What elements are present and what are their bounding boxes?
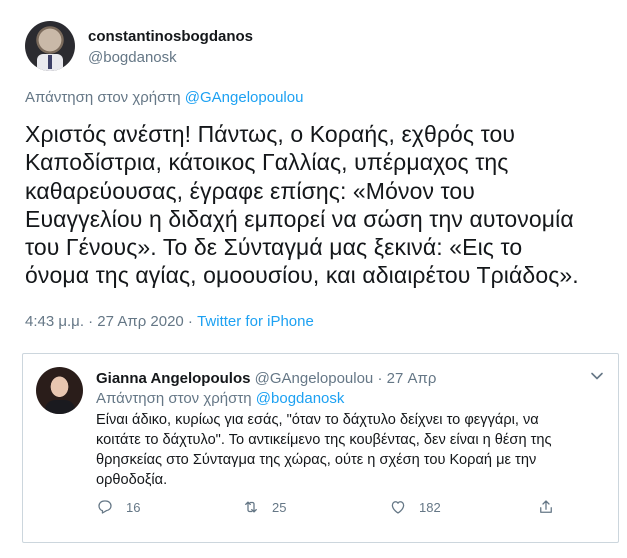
like-count: 182 <box>419 499 441 515</box>
caret-down-icon[interactable] <box>590 369 604 383</box>
reply-mention-link[interactable]: @GAngelopoulou <box>185 89 304 106</box>
retweet-icon <box>245 501 257 513</box>
reply-tweet-card[interactable]: Gianna Angelopoulos @GAngelopoulou · 27 … <box>22 353 619 543</box>
source-link[interactable]: Twitter for iPhone <box>197 313 314 330</box>
user-handle[interactable]: @bogdanosk <box>88 49 177 66</box>
tweet-text: Χριστός ανέστη! Πάντως, ο Κοραής, εχθρός… <box>25 120 615 290</box>
reply-button[interactable]: 16 <box>96 498 140 516</box>
reply-icon <box>98 500 112 514</box>
like-icon <box>391 501 405 514</box>
reply-header: Gianna Angelopoulos @GAngelopoulou · 27 … <box>96 370 436 387</box>
display-name[interactable]: Gianna Angelopoulos <box>96 370 250 387</box>
tweet-text-line: ορθοδοξία. <box>96 472 168 488</box>
share-icon <box>540 500 552 513</box>
user-handle[interactable]: @GAngelopoulou <box>255 370 374 387</box>
display-name[interactable]: constantinosbogdanos <box>88 28 253 45</box>
reply-count: 16 <box>126 499 141 515</box>
tweet-text-line: κοιτάτε το δάχτυλο". Το αντικείμενο της … <box>96 432 552 448</box>
retweet-count: 25 <box>272 499 287 515</box>
separator: · <box>373 370 387 387</box>
tweet-text-line: θρησκείας στο Σύνταγμα της χώρας, ούτε η… <box>96 452 537 468</box>
tweet-text-line: όνομα της αγίας, ομοουσίου, και αδιαιρέτ… <box>25 262 579 289</box>
like-button[interactable]: 182 <box>389 498 441 516</box>
tweet-actions: 16 25 182 <box>96 498 596 518</box>
tweet-text-line: Ευαγγελίου η διδαχή εμπορεί να σώση την … <box>25 205 574 232</box>
tweet-text-line: του Γένους». Το δε Σύνταγμά μας ξεκινά: … <box>25 234 523 261</box>
tweet-text-line: Χριστός ανέστη! Πάντως, ο Κοραής, εχθρός… <box>25 121 516 147</box>
reply-to-line: Απάντηση στον χρήστη @GAngelopoulou <box>25 89 303 106</box>
avatar[interactable] <box>36 367 83 414</box>
reply-to-line: Απάντηση στον χρήστη @bogdanosk <box>96 390 344 407</box>
main-tweet: constantinosbogdanos @bogdanosk Απάντηση… <box>0 0 627 344</box>
tweet-text-line: Είναι άδικο, κυρίως για εσάς, "όταν το δ… <box>96 412 539 428</box>
share-button[interactable] <box>537 498 567 516</box>
tweet-text: Είναι άδικο, κυρίως για εσάς, "όταν το δ… <box>96 410 611 490</box>
tweet-text-line: καθαρεύουσας, έγραφε επίσης: «Μόνον του <box>25 177 475 204</box>
avatar[interactable] <box>25 21 75 71</box>
reply-prefix: Απάντηση στον χρήστη <box>25 89 181 106</box>
tweet-metadata: 4:43 μ.μ. · 27 Απρ 2020 · Twitter for iP… <box>25 313 314 330</box>
timestamp[interactable]: 4:43 μ.μ. · 27 Απρ 2020 · <box>25 313 197 330</box>
tweet-text-line: Καποδίστρια, κάτοικος Γαλλίας, υπέρμαχος… <box>25 149 509 176</box>
retweet-button[interactable]: 25 <box>242 498 286 516</box>
reply-prefix: Απάντηση στον χρήστη <box>96 390 252 407</box>
reply-mention-link[interactable]: @bogdanosk <box>256 390 345 407</box>
tweet-date[interactable]: 27 Απρ <box>387 370 437 387</box>
